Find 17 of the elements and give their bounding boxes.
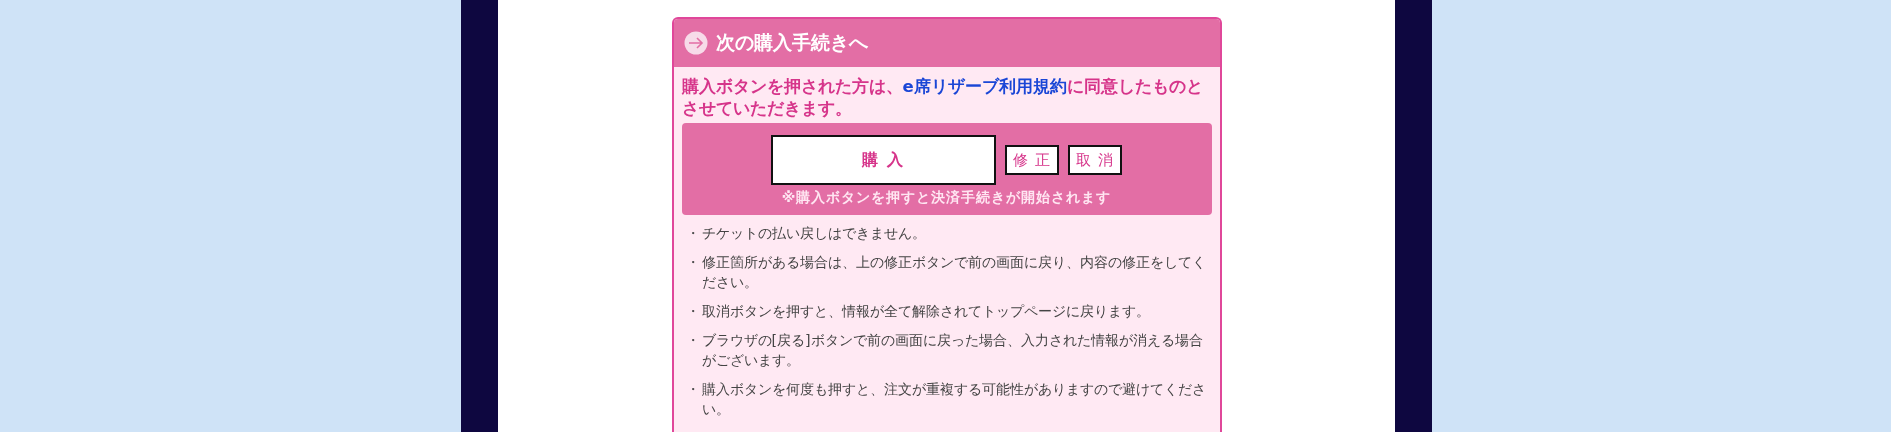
purchase-button[interactable]: 購 入 xyxy=(771,135,996,185)
action-button[interactable]: 取 消 xyxy=(1068,145,1122,175)
terms-link[interactable]: e席リザーブ利用規約 xyxy=(902,77,1067,96)
note-text: 修正箇所がある場合は、上の修正ボタンで前の画面に戻り、内容の修正をしてください。 xyxy=(701,253,1207,292)
note-text: 取消ボタンを押すと、情報が全て解除されてトップページに戻ります。 xyxy=(701,302,1150,321)
bullet: ・ xyxy=(685,380,701,399)
action-button[interactable]: 修 正 xyxy=(1005,145,1059,175)
button-note: ※購入ボタンを押すと決済手続きが開始されます xyxy=(781,189,1112,207)
panel-title: 次の購入手続きへ xyxy=(715,30,868,55)
note-text: チケットの払い戻しはできません。 xyxy=(701,224,926,243)
note-text: 購入ボタンを何度も押すと、注文が重複する可能性がありますので避けてください。 xyxy=(701,380,1207,419)
bullet: ・ xyxy=(685,224,701,243)
note-text: ブラウザの[戻る]ボタンで前の画面に戻った場合、入力された情報が消える場合がございます。 xyxy=(701,331,1204,370)
agreement-text: 購入ボタンを押された方は、e席リザーブ利用規約に同意したものとさせていただきます。 xyxy=(681,76,1204,120)
bullet: ・ xyxy=(685,302,701,321)
bullet: ・ xyxy=(685,253,701,272)
bullet: ・ xyxy=(685,331,701,350)
